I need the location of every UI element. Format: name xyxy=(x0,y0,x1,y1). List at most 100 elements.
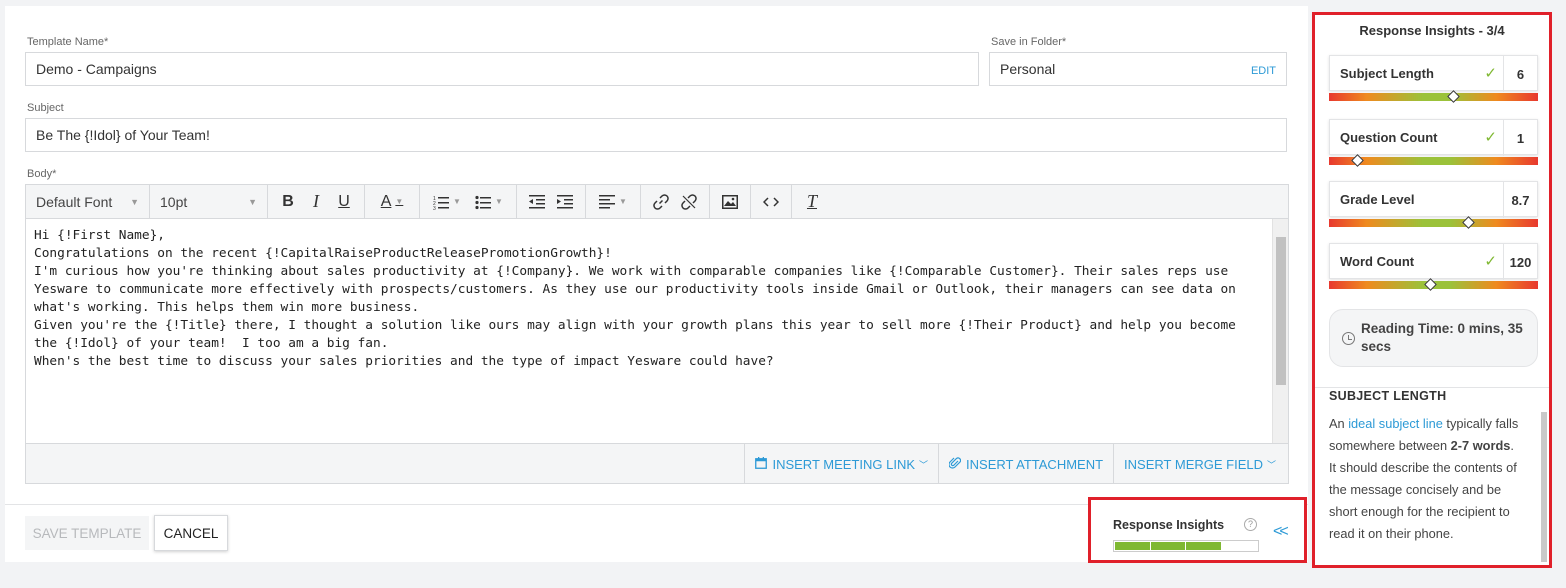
metric-name: Grade Level xyxy=(1340,192,1415,207)
insights-progress-bar xyxy=(1113,540,1259,552)
body-label: Body* xyxy=(27,168,57,180)
insert-bar: INSERT MEETING LINK ﹀ INSERT ATTACHMENT … xyxy=(26,443,1288,484)
body-line: When's the best time to discuss your sal… xyxy=(34,354,774,369)
metric-value: 120 xyxy=(1503,244,1537,280)
font-family-value: Default Font xyxy=(36,193,113,210)
chevron-down-icon: ﹀ xyxy=(919,459,929,470)
chevron-down-icon: ▼ xyxy=(495,197,503,206)
metric-name: Subject Length xyxy=(1340,66,1434,81)
font-size-select[interactable]: 10pt ▼ xyxy=(150,184,268,219)
folder-select[interactable]: Personal EDIT xyxy=(989,52,1287,86)
response-insights-panel: Response Insights - 3/4 Subject Length ✓… xyxy=(1312,12,1552,568)
subject-input[interactable]: Be The {!Idol} of Your Team! xyxy=(25,118,1287,152)
align-group: ▼ xyxy=(586,184,641,219)
chevron-down-icon: ▼ xyxy=(130,196,139,207)
body-textarea[interactable]: Hi {!First Name}, Congratulations on the … xyxy=(26,219,1272,443)
metric-marker xyxy=(1447,90,1461,103)
save-template-button[interactable]: SAVE TEMPLATE xyxy=(25,516,149,550)
template-name-input[interactable]: Demo - Campaigns xyxy=(25,52,979,86)
template-name-label: Template Name* xyxy=(27,36,109,48)
desc-text: . It should describe the contents of the… xyxy=(1329,438,1517,541)
insert-merge-label: INSERT MERGE FIELD xyxy=(1124,456,1263,472)
align-button[interactable]: ▼ xyxy=(592,189,634,215)
panel-scrollbar[interactable] xyxy=(1541,412,1547,562)
underline-button[interactable]: U xyxy=(330,189,358,215)
paperclip-icon xyxy=(948,456,962,472)
align-left-icon xyxy=(599,194,616,208)
ordered-list-button[interactable]: 123 ▼ xyxy=(426,189,468,215)
folder-edit-link[interactable]: EDIT xyxy=(1251,65,1276,77)
chevron-down-icon: ▼ xyxy=(619,197,627,206)
subject-label: Subject xyxy=(27,102,64,114)
bold-button[interactable]: B xyxy=(274,189,302,215)
metric-grade-level[interactable]: Grade Level 8.7 xyxy=(1329,181,1538,218)
metric-value: 6 xyxy=(1503,56,1537,92)
font-size-value: 10pt xyxy=(160,193,188,210)
insert-link-button[interactable] xyxy=(647,189,675,215)
metric-marker xyxy=(1424,278,1438,291)
metric-scale xyxy=(1329,216,1538,229)
metric-question-count[interactable]: Question Count ✓ 1 xyxy=(1329,119,1538,156)
desc-text: An xyxy=(1329,416,1349,431)
metric-value: 8.7 xyxy=(1503,182,1537,218)
link-group xyxy=(641,184,710,219)
metric-name: Word Count xyxy=(1340,254,1415,269)
response-insights-toggle[interactable]: Response Insights ? << xyxy=(1088,497,1307,563)
metric-value: 1 xyxy=(1503,120,1537,156)
link-icon xyxy=(653,193,669,210)
metric-scale xyxy=(1329,154,1538,167)
chevron-down-icon: ▼ xyxy=(248,196,257,207)
code-icon xyxy=(763,196,779,207)
insights-progress-segment xyxy=(1150,542,1185,550)
folder-label: Save in Folder* xyxy=(991,36,1067,48)
metric-subject-length[interactable]: Subject Length ✓ 6 xyxy=(1329,55,1538,92)
check-icon: ✓ xyxy=(1484,129,1497,146)
indent-group xyxy=(517,184,586,219)
body-line: Congratulations on the recent {!CapitalR… xyxy=(34,246,612,261)
insert-merge-field-button[interactable]: INSERT MERGE FIELD ﹀ xyxy=(1113,444,1288,484)
folder-value: Personal xyxy=(1000,61,1056,77)
unlink-icon xyxy=(681,193,697,210)
bullet-list-button[interactable]: ▼ xyxy=(468,189,510,215)
media-group xyxy=(710,184,751,219)
collapse-panel-icon[interactable]: << xyxy=(1273,523,1289,541)
section-description: An ideal subject line typically falls so… xyxy=(1329,413,1524,545)
source-code-button[interactable] xyxy=(757,189,785,215)
reading-time-text: Reading Time: 0 mins, 35 secs xyxy=(1361,321,1523,354)
remove-link-button[interactable] xyxy=(675,189,703,215)
chevron-down-icon: ﹀ xyxy=(1266,459,1276,470)
insert-image-button[interactable] xyxy=(716,189,744,215)
insights-progress-segment xyxy=(1186,542,1221,550)
metric-word-count[interactable]: Word Count ✓ 120 xyxy=(1329,243,1538,280)
body-line: Given you're the {!Title} there, I thoug… xyxy=(34,318,1244,351)
insights-progress-segment xyxy=(1115,542,1150,550)
section-heading: SUBJECT LENGTH xyxy=(1329,389,1447,403)
image-icon xyxy=(722,194,738,209)
insert-meeting-link-button[interactable]: INSERT MEETING LINK ﹀ xyxy=(744,444,938,484)
font-color-button[interactable]: A ▼ xyxy=(371,189,413,215)
clear-format-button[interactable]: T xyxy=(798,189,826,215)
body-scrollbar[interactable] xyxy=(1272,219,1288,443)
chevron-down-icon: ▼ xyxy=(395,197,404,206)
metric-scale xyxy=(1329,278,1538,291)
body-line: I'm curious how you're thinking about sa… xyxy=(34,264,1244,315)
ordered-list-icon: 123 xyxy=(433,196,450,210)
check-icon: ✓ xyxy=(1484,253,1497,270)
outdent-button[interactable] xyxy=(523,189,551,215)
text-style-group: B I U xyxy=(268,184,365,219)
cancel-button[interactable]: CANCEL xyxy=(154,515,228,551)
font-family-select[interactable]: Default Font ▼ xyxy=(26,184,150,219)
ideal-subject-line-link[interactable]: ideal subject line xyxy=(1348,416,1443,431)
insert-attachment-label: INSERT ATTACHMENT xyxy=(966,456,1104,472)
insert-meeting-label: INSERT MEETING LINK xyxy=(772,456,916,472)
calendar-icon xyxy=(755,456,768,472)
italic-button[interactable]: I xyxy=(302,189,330,215)
editor-toolbar: Default Font ▼ 10pt ▼ B I U A ▼ 123 ▼ ▼ … xyxy=(26,184,1288,219)
reading-time-card: Reading Time: 0 mins, 35 secs xyxy=(1329,309,1538,367)
insert-attachment-button[interactable]: INSERT ATTACHMENT xyxy=(938,444,1113,484)
font-color-icon: A xyxy=(380,192,392,210)
help-icon[interactable]: ? xyxy=(1244,518,1257,531)
indent-button[interactable] xyxy=(551,189,579,215)
metric-name: Question Count xyxy=(1340,130,1438,145)
scrollbar-thumb[interactable] xyxy=(1276,237,1286,385)
